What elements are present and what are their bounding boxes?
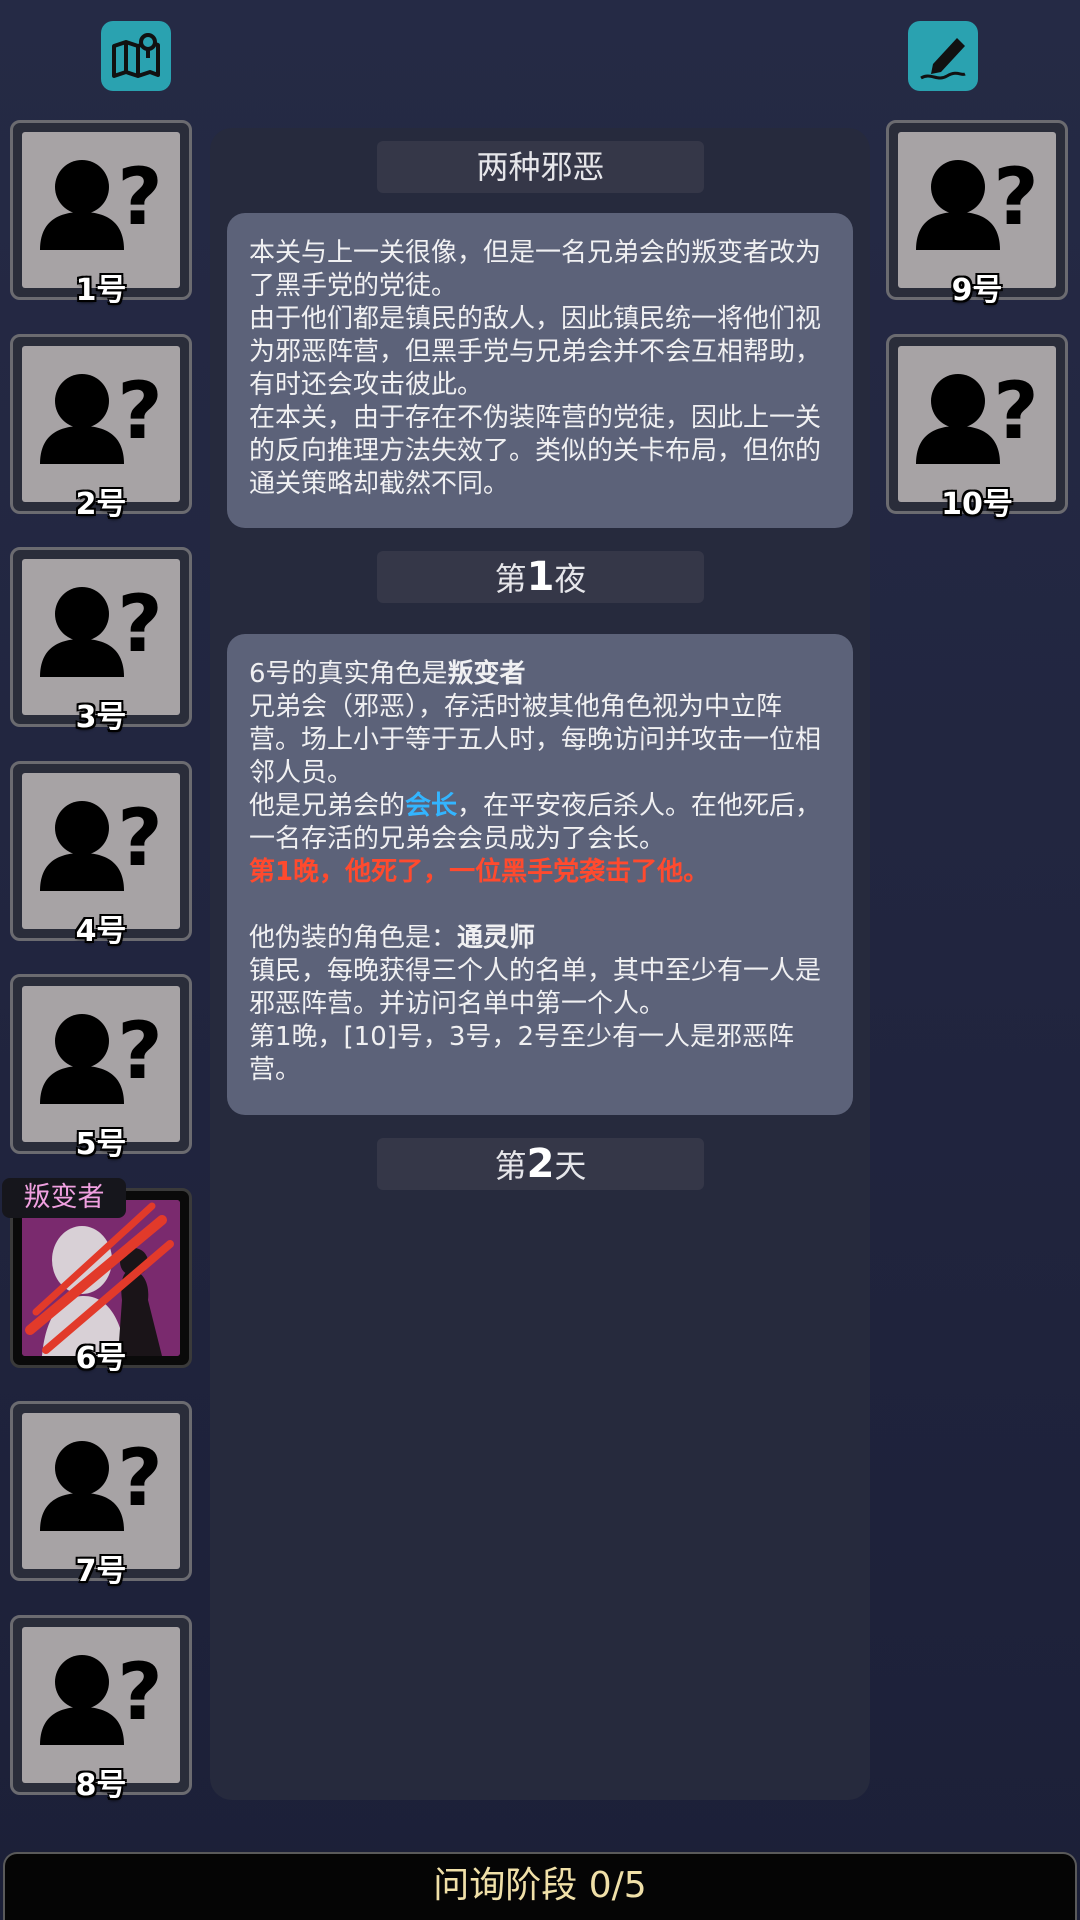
role-tag: 叛变者	[2, 1178, 126, 1218]
intro-message: 本关与上一关很像，但是一名兄弟会的叛变者改为了黑手党的党徒。 由于他们都是镇民的…	[227, 213, 853, 528]
night-1-message: 6号的真实角色是叛变者 兄弟会（邪恶），存活时被其他角色视为中立阵营。场上小于等…	[227, 634, 853, 1115]
player-slot[interactable]: ? 5号	[10, 974, 192, 1162]
player-number: 10号	[941, 486, 1013, 522]
svg-text:?: ?	[117, 367, 162, 457]
map-icon	[112, 33, 160, 78]
svg-text:?: ?	[117, 1007, 162, 1097]
leader-keyword[interactable]: 会长	[405, 791, 457, 821]
player-slot[interactable]: ? 1号	[10, 120, 192, 308]
true-role-name: 叛变者	[447, 659, 526, 689]
level-title: 两种邪恶	[377, 141, 704, 193]
svg-text:?: ?	[117, 153, 162, 243]
intro-paragraph-1: 本关与上一关很像，但是一名兄弟会的叛变者改为了黑手党的党徒。	[249, 238, 822, 301]
player-slot[interactable]: ? 10号	[886, 333, 1068, 522]
death-notice: 第1晚，他死了，一位黑手党袭击了他。	[249, 857, 710, 887]
true-role-line: 6号的真实角色是叛变者	[249, 659, 526, 689]
night-1-header: 第1夜	[377, 551, 704, 603]
medium-result: 第1晚，[10]号，3号，2号至少有一人是邪恶阵营。	[249, 1022, 794, 1085]
role-description: 兄弟会（邪恶），存活时被其他角色视为中立阵营。场上小于等于五人时，每晚访问并攻击…	[249, 692, 822, 788]
player-slot[interactable]: ? 7号	[10, 1401, 192, 1589]
player-slot[interactable]: ? 3号	[10, 547, 192, 735]
svg-text:?: ?	[117, 580, 162, 670]
player-number: 8号	[75, 1767, 127, 1803]
svg-text:?: ?	[117, 1434, 162, 1524]
map-button[interactable]	[101, 21, 171, 91]
player-number: 2号	[75, 486, 127, 522]
player-slot[interactable]: ? 9号	[886, 120, 1068, 308]
phase-bar[interactable]: 问询阶段 0/5	[3, 1852, 1077, 1920]
disguise-line: 他伪装的角色是：通灵师	[249, 923, 536, 953]
player-number: 9号	[951, 273, 1003, 308]
svg-text:?: ?	[993, 153, 1038, 243]
player-slot[interactable]: ? 2号	[10, 333, 192, 522]
intro-paragraph-3: 在本关，由于存在不伪装阵营的党徒，因此上一关的反向推理方法失效了。类似的关卡布局…	[249, 403, 822, 499]
player-number: 6号	[75, 1340, 127, 1376]
disguise-description: 镇民，每晚获得三个人的名单，其中至少有一人是邪恶阵营。并访问名单中第一个人。	[249, 956, 822, 1019]
leader-line: 他是兄弟会的会长，在平安夜后杀人。在他死后，一名存活的兄弟会会员成为了会长。	[249, 791, 822, 854]
notes-button[interactable]	[908, 21, 978, 91]
notes-pen-icon	[920, 38, 966, 80]
player-number: 1号	[75, 273, 127, 308]
day-2-header: 第2天	[377, 1138, 704, 1190]
disguise-role-name: 通灵师	[457, 923, 536, 953]
svg-text:?: ?	[117, 1648, 162, 1738]
player-number: 3号	[75, 700, 127, 735]
player-slot[interactable]: ? 8号	[10, 1614, 192, 1803]
intro-paragraph-2: 由于他们都是镇民的敌人，因此镇民统一将他们视为邪恶阵营，但黑手党与兄弟会并不会互…	[249, 304, 822, 400]
player-slot[interactable]: ? 4号	[10, 760, 192, 949]
player-number: 7号	[75, 1554, 127, 1589]
svg-text:?: ?	[993, 367, 1038, 457]
player-number: 4号	[75, 913, 127, 949]
player-number: 5号	[75, 1127, 127, 1162]
svg-text:?: ?	[117, 794, 162, 884]
